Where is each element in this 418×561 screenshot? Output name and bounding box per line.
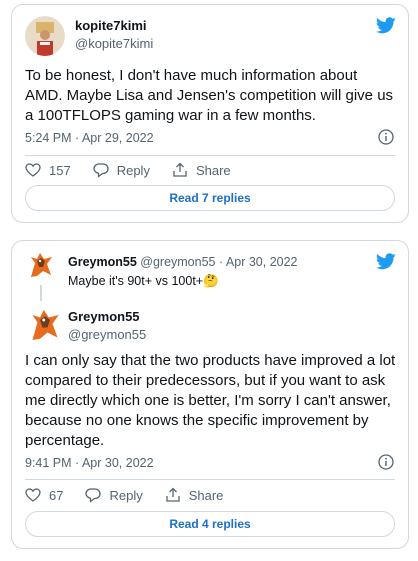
reply-label: Reply [116, 162, 150, 178]
share-button[interactable]: Share [172, 162, 231, 178]
share-icon [173, 162, 187, 177]
read-replies-button[interactable]: Read 7 replies [25, 185, 395, 211]
reply-bubble-icon [85, 488, 102, 503]
author-name[interactable]: Greymon55 [68, 309, 140, 324]
avatar[interactable] [25, 305, 65, 345]
author-name[interactable]: kopite7kimi [75, 18, 147, 33]
quoted-author-name[interactable]: Greymon55 [68, 255, 137, 269]
twitter-bird-icon[interactable] [376, 253, 396, 270]
avatar[interactable] [25, 16, 65, 56]
tweet-timestamp[interactable]: 5:24 PM · Apr 29, 2022 [25, 131, 154, 145]
quoted-author-handle[interactable]: @greymon55 [140, 255, 215, 269]
like-button[interactable]: 67 [25, 487, 63, 503]
like-button[interactable]: 157 [25, 162, 71, 178]
tweet-card-kopite7kimi[interactable]: kopite7kimi @kopite7kimi To be honest, I… [11, 4, 409, 223]
heart-icon [25, 163, 41, 177]
reply-label: Reply [109, 487, 143, 503]
author-handle[interactable]: @kopite7kimi [75, 36, 153, 51]
author-handle[interactable]: @greymon55 [68, 327, 146, 342]
share-icon [166, 487, 180, 502]
tweet-timestamp[interactable]: 9:41 PM · Apr 30, 2022 [25, 456, 154, 470]
share-label: Share [188, 487, 224, 503]
heart-icon [25, 488, 41, 502]
quoted-tweet-text: Maybe it's 90t+ vs 100t+🤔 [68, 274, 219, 288]
thread-line [40, 285, 42, 301]
reply-button[interactable]: Reply [93, 162, 150, 178]
tweet-actions: 67 Reply Share [25, 487, 245, 503]
info-icon[interactable] [378, 454, 394, 470]
tweet-text: I can only say that the two products hav… [25, 352, 396, 449]
quoted-date[interactable]: · Apr 30, 2022 [219, 255, 298, 269]
like-count: 157 [49, 162, 71, 178]
divider [25, 479, 395, 480]
reply-button[interactable]: Reply [85, 487, 143, 503]
divider [25, 155, 395, 156]
avatar[interactable] [25, 249, 57, 281]
share-label: Share [195, 162, 231, 178]
tweet-text: To be honest, I don't have much informat… [25, 67, 394, 124]
info-icon[interactable] [378, 129, 394, 145]
quoted-tweet-header: Greymon55 @greymon55 · Apr 30, 2022 [68, 255, 298, 269]
share-button[interactable]: Share [165, 487, 224, 503]
tweet-card-greymon55[interactable]: Greymon55 @greymon55 · Apr 30, 2022 Mayb… [11, 240, 409, 549]
read-replies-button[interactable]: Read 4 replies [25, 511, 395, 537]
twitter-bird-icon[interactable] [376, 17, 396, 34]
tweet-actions: 157 Reply Share [25, 162, 253, 178]
like-count: 67 [49, 487, 64, 503]
reply-bubble-icon [93, 163, 109, 178]
